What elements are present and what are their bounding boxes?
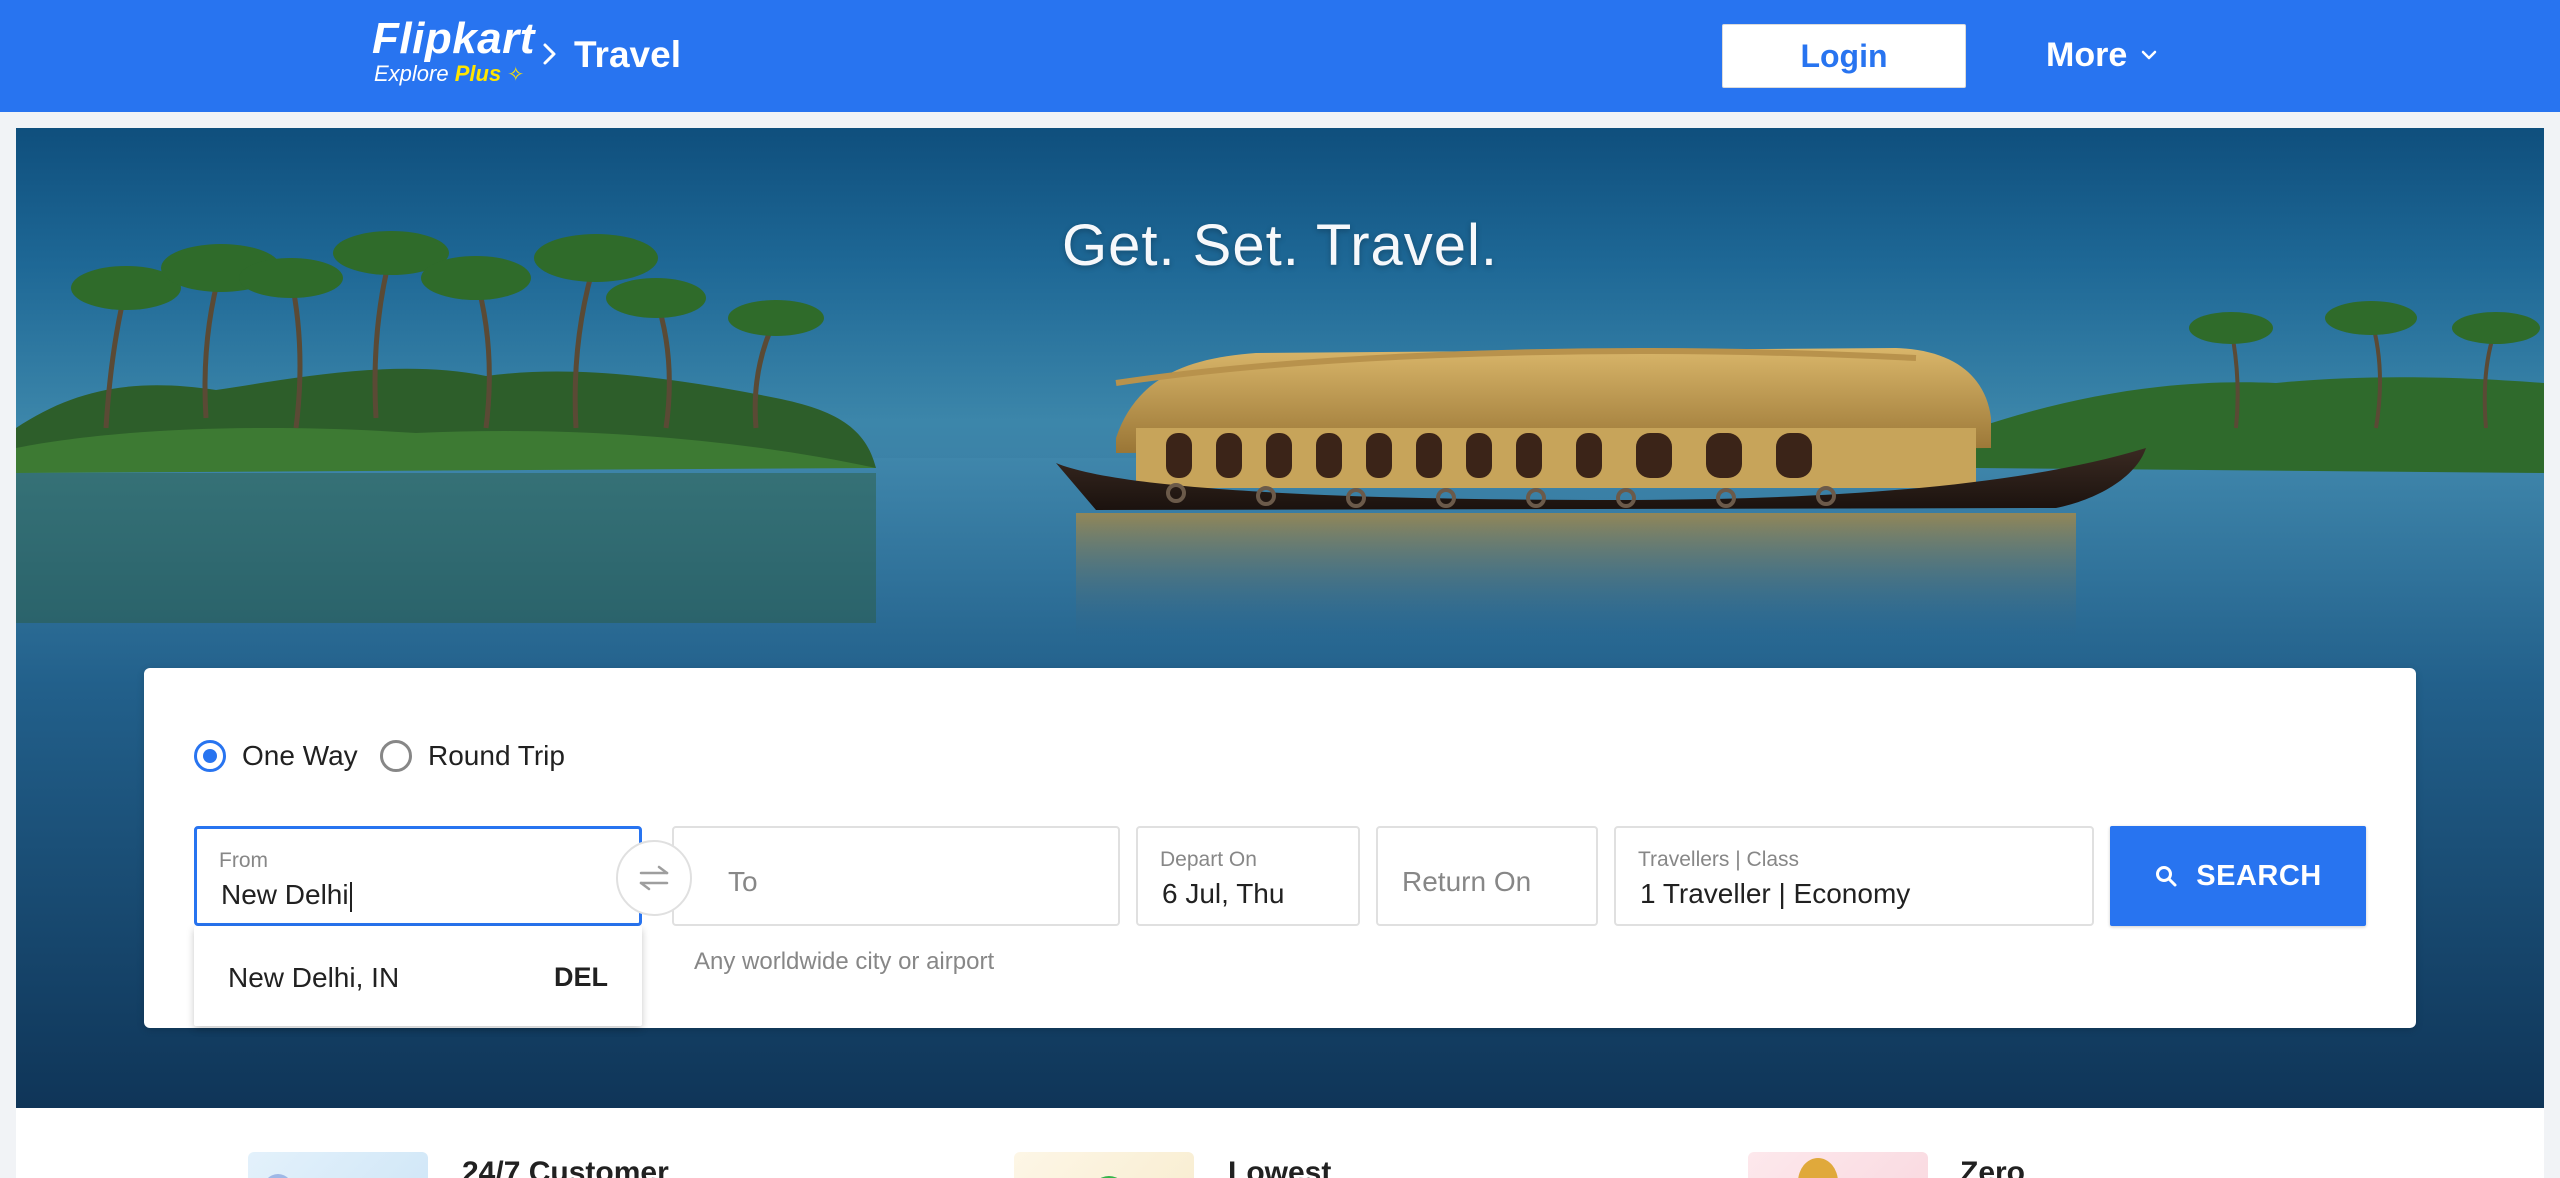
- more-label: More: [2046, 35, 2128, 74]
- search-icon: [2156, 866, 2177, 887]
- from-input[interactable]: New Delhi: [221, 879, 352, 912]
- hero-tagline: Get. Set. Travel.: [1061, 213, 1499, 278]
- return-field[interactable]: Return On: [1376, 826, 1598, 926]
- depart-value: 6 Jul, Thu: [1162, 878, 1285, 909]
- breadcrumb-travel[interactable]: Travel: [574, 32, 681, 78]
- one-way-radio[interactable]: [194, 740, 226, 772]
- from-value: New Delhi: [221, 879, 349, 910]
- travellers-value: 1 Traveller | Economy: [1640, 878, 1911, 909]
- plus-star-icon: ✧: [507, 64, 525, 86]
- to-helper-text: Any worldwide city or airport: [694, 948, 995, 975]
- search-button-label: SEARCH: [2196, 859, 2322, 892]
- round-trip-option[interactable]: Round Trip: [380, 740, 565, 772]
- from-label: From: [219, 849, 268, 872]
- support-illustration: [248, 1152, 428, 1178]
- chevron-down-icon: [2141, 50, 2157, 60]
- round-trip-label: Round Trip: [428, 740, 565, 771]
- from-field[interactable]: From New Delhi: [194, 826, 642, 926]
- top-navbar: Flipkart Explore Plus ✧ Travel Login Mor…: [0, 0, 2560, 112]
- swap-icon: [639, 865, 669, 891]
- logo-plus: Plus: [454, 61, 502, 86]
- chevron-right-icon: [543, 43, 556, 65]
- from-suggestions-dropdown: New Delhi, IN DEL: [194, 926, 642, 1026]
- one-way-option[interactable]: One Way: [194, 740, 358, 772]
- logo-explore: Explore: [374, 61, 449, 86]
- zero-fee-illustration: [1748, 1152, 1928, 1178]
- to-placeholder: To: [728, 866, 758, 897]
- search-button[interactable]: SEARCH: [2110, 826, 2366, 926]
- suggestion-city: New Delhi, IN: [228, 962, 400, 993]
- round-trip-radio[interactable]: [380, 740, 412, 772]
- text-caret: [349, 881, 352, 912]
- flipkart-logo[interactable]: Flipkart Explore Plus ✧: [372, 16, 535, 87]
- to-field[interactable]: To: [672, 826, 1120, 926]
- depart-label: Depart On: [1160, 848, 1257, 871]
- return-placeholder: Return On: [1402, 866, 1532, 897]
- one-way-label: One Way: [242, 740, 358, 771]
- feature-title-zero: Zero: [1960, 1156, 2026, 1178]
- lowest-price-illustration: [1014, 1152, 1194, 1178]
- features-strip: 24/7 Customer Lowest Zero: [16, 1108, 2544, 1178]
- login-button[interactable]: Login: [1722, 24, 1966, 88]
- more-menu[interactable]: More: [2046, 32, 2159, 78]
- suggestion-item[interactable]: New Delhi, IN DEL: [194, 926, 642, 1026]
- swap-button[interactable]: [616, 840, 692, 916]
- feature-title-support: 24/7 Customer: [462, 1156, 669, 1178]
- depart-field[interactable]: Depart On 6 Jul, Thu: [1136, 826, 1360, 926]
- logo-wordmark: Flipkart: [372, 14, 535, 63]
- travellers-field[interactable]: Travellers | Class 1 Traveller | Economy: [1614, 826, 2094, 926]
- suggestion-airport-code: DEL: [554, 962, 608, 992]
- logo-tagline: Explore Plus ✧: [374, 62, 535, 87]
- travellers-label: Travellers | Class: [1638, 848, 1800, 871]
- feature-title-lowest: Lowest: [1228, 1156, 1332, 1178]
